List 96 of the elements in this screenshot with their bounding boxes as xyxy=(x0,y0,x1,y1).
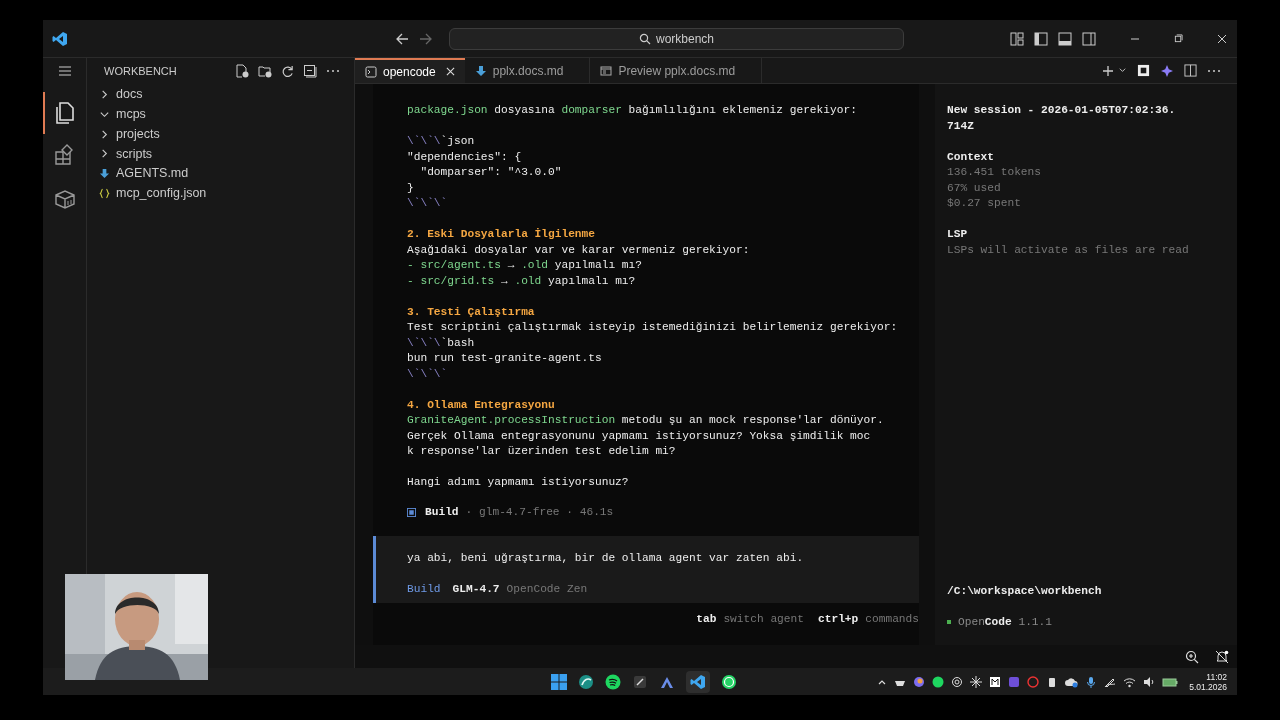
menu-icon[interactable] xyxy=(57,64,72,78)
speaker-icon[interactable] xyxy=(1143,675,1156,688)
message-line: \`\`\`json xyxy=(407,134,475,149)
shortcut-key: tab xyxy=(696,612,717,628)
terminal-icon xyxy=(365,65,377,78)
explorer-title: WORKBENCH xyxy=(104,63,177,79)
info-line: 136.451 tokens xyxy=(947,165,1042,180)
message-line: k response'lar üzerinden test edelim mi? xyxy=(407,444,676,459)
search-text: workbench xyxy=(656,30,714,48)
panel-toggle-icon[interactable] xyxy=(1058,31,1072,46)
message-line: } xyxy=(407,180,414,196)
section-title: LSP xyxy=(947,227,969,242)
file-tree-item[interactable]: AGENTS.md xyxy=(116,164,189,183)
back-arrow-icon[interactable] xyxy=(395,31,409,46)
message-line: \`\`\` xyxy=(407,366,448,382)
tray-app-icon[interactable] xyxy=(913,675,926,688)
shortcut-key: ctrl+p xyxy=(818,612,859,628)
notepad-app-icon[interactable] xyxy=(632,673,648,690)
session-title: New session - 2026-01-05T07:02:36.714Z xyxy=(947,103,1177,134)
cloud-icon[interactable] xyxy=(1065,675,1079,688)
file-tree-item[interactable]: scripts xyxy=(116,144,153,164)
message-line: - src/grid.ts → .old yapılmalı mı? xyxy=(407,273,636,289)
agent-name: Build xyxy=(425,504,459,520)
prompt-text: ya abi, beni uğraştırma, bir de ollama agent var zaten abi. xyxy=(407,551,805,566)
sidebar-toggle-icon[interactable] xyxy=(1034,31,1048,46)
microphone-icon[interactable] xyxy=(1085,675,1098,688)
clock-time[interactable]: 11:02 xyxy=(1206,671,1227,682)
info-line: $0.27 spent xyxy=(947,196,1022,211)
info-line: 67% used xyxy=(947,180,1002,196)
message-line: Gerçek Ollama entegrasyonunu yapmamı istiyorsunuz? Yoksa şimdilik moc xyxy=(407,428,871,444)
shortcut-label: switch agent xyxy=(723,612,804,627)
message-line: \`\`\` xyxy=(407,196,448,211)
message-line: Hangi adımı yapmamı istiyorsunuz? xyxy=(407,475,629,490)
square-icon[interactable] xyxy=(1137,64,1150,77)
message-line: bun run test-granite-agent.ts xyxy=(407,351,602,366)
message-line: "dependencies": { xyxy=(407,149,522,165)
file-tree-item[interactable]: projects xyxy=(116,124,160,144)
message-line: - src/agent.ts → .old yapılmalı mı? xyxy=(407,258,642,273)
message-line: GraniteAgent.processInstruction metodu şu an mock response'lar dönüyor. xyxy=(407,413,884,428)
music-app-icon[interactable] xyxy=(605,673,621,690)
version-label: OpenCode 1.1.1 xyxy=(958,614,1052,630)
wave-app-icon[interactable] xyxy=(578,673,594,690)
notifications-off-icon[interactable] xyxy=(1215,649,1229,664)
model-label: GLM-4.7 xyxy=(452,581,500,597)
clock-date[interactable]: 5.01.2026 xyxy=(1189,681,1227,692)
build-info: · glm-4.7-free · 46.1s xyxy=(465,504,614,520)
download-arrow-icon xyxy=(99,168,110,180)
info-line: LSPs will activate as files are read xyxy=(947,242,1190,258)
section-heading: 2. Eski Dosyalarla İlgilenme xyxy=(407,227,595,242)
message-line: \`\`\`bash xyxy=(407,335,475,351)
section-heading: 3. Testi Çalıştırma xyxy=(407,304,535,320)
download-arrow-icon xyxy=(474,64,487,77)
braces-icon xyxy=(99,187,110,199)
tray-app-icon[interactable] xyxy=(932,675,945,688)
start-icon[interactable] xyxy=(551,673,567,690)
secondary-sidebar-icon[interactable] xyxy=(1082,31,1096,46)
preview-icon xyxy=(600,64,613,77)
refresh-icon[interactable] xyxy=(281,64,294,78)
split-editor-icon[interactable] xyxy=(1184,64,1197,77)
file-tree-item[interactable]: docs xyxy=(116,85,143,105)
star-icon[interactable] xyxy=(1160,63,1174,78)
package-icon[interactable] xyxy=(53,188,76,210)
agent-label: Build xyxy=(407,581,441,597)
search-icon xyxy=(639,32,651,45)
plus-icon[interactable] xyxy=(1102,64,1114,77)
app-logo-icon xyxy=(52,30,68,47)
new-file-icon[interactable] xyxy=(235,64,249,78)
section-heading: 4. Ollama Entegrasyonu xyxy=(407,397,555,413)
agent-square-icon xyxy=(407,507,416,517)
close-icon xyxy=(445,67,455,76)
provider-label: OpenCode Zen xyxy=(506,581,588,597)
zoom-in-icon[interactable] xyxy=(1185,649,1199,664)
new-folder-icon[interactable] xyxy=(258,64,272,78)
forward-arrow-icon[interactable] xyxy=(419,31,433,46)
message-line: package.json dosyasına domparser bağımlılığını eklemeniz gerekiyor: xyxy=(407,103,857,118)
close-icon[interactable] xyxy=(1217,33,1227,44)
message-line: Test scriptini çalıştırmak isteyip istemediğinizi belirlemeniz gerekiyor: xyxy=(407,320,898,335)
message-line: Aşağıdaki dosyalar var ve karar vermeniz gerekiyor: xyxy=(407,242,750,258)
layout-icon[interactable] xyxy=(1010,31,1024,46)
chevron-down-icon[interactable] xyxy=(1118,66,1127,75)
code-editor-app-icon[interactable] xyxy=(690,673,706,690)
file-tree-item[interactable]: mcp_config.json xyxy=(116,183,207,203)
battery-icon[interactable] xyxy=(1162,675,1179,688)
restore-icon[interactable] xyxy=(1174,34,1183,43)
wifi-icon[interactable] xyxy=(1123,675,1137,688)
message-line: "domparser": "^3.0.0" xyxy=(419,165,562,180)
files-icon[interactable] xyxy=(53,101,76,125)
tray-app-icon[interactable] xyxy=(989,675,1002,688)
editor-tab[interactable]: opencode xyxy=(355,58,465,83)
workspace-path: /C:\workspace\workbench xyxy=(947,584,1103,599)
file-tree-item[interactable]: mcps xyxy=(116,105,146,124)
section-title: Context xyxy=(947,149,995,165)
collapse-icon[interactable] xyxy=(303,64,317,78)
shortcut-label: commands xyxy=(865,612,919,627)
search-field[interactable]: workbench xyxy=(449,27,904,50)
chat-app-icon[interactable] xyxy=(721,673,737,690)
